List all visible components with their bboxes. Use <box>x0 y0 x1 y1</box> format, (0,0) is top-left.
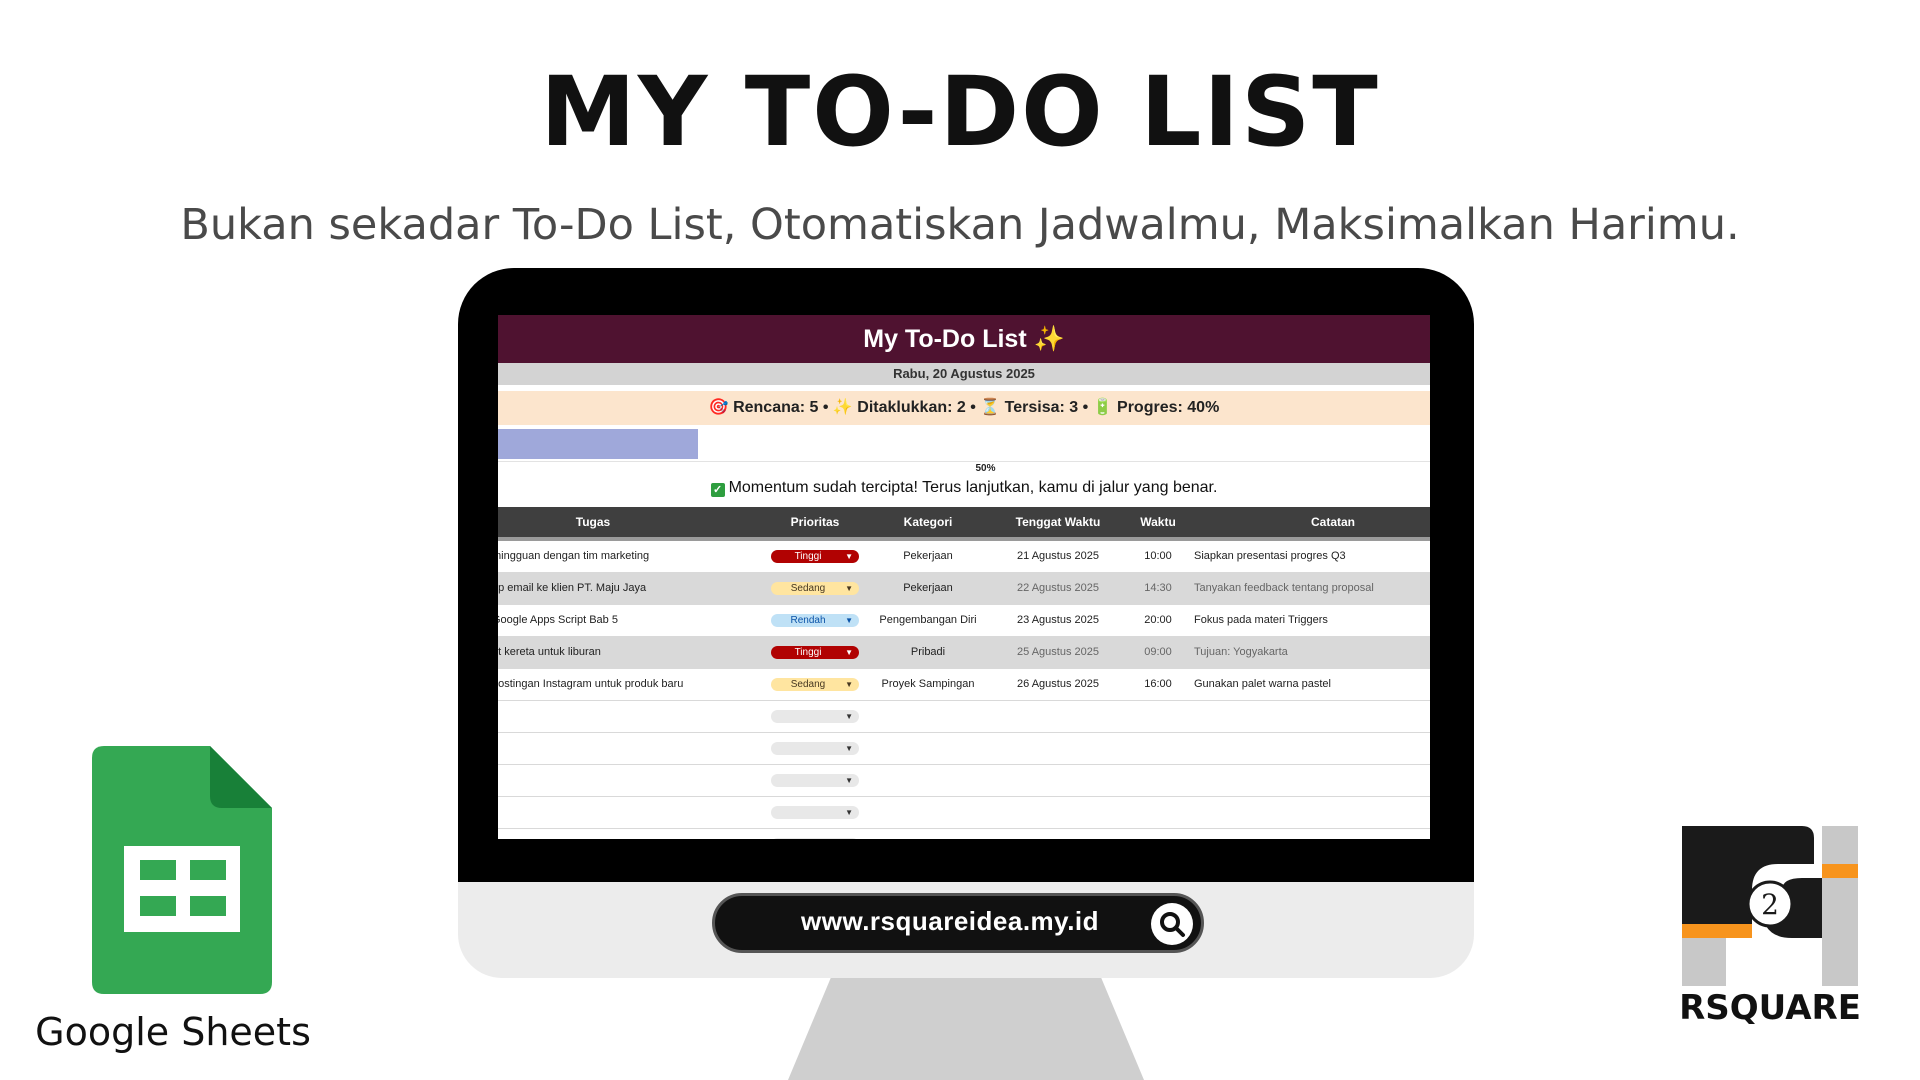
priority-label: Rendah <box>790 615 826 626</box>
column-header-kategori[interactable]: Kategori <box>858 507 998 537</box>
table-header: Tugas Prioritas Kategori Tenggat Waktu W… <box>498 507 1430 537</box>
task-cell[interactable]: postingan Instagram untuk produk baru <box>498 669 762 700</box>
url-bar[interactable]: www.rsquareidea.my.id <box>712 893 1204 953</box>
priority-label: Tinggi <box>794 647 822 658</box>
task-cell[interactable]: up email ke klien PT. Maju Jaya <box>498 573 762 604</box>
progress-bar-fill <box>498 429 698 459</box>
time-cell[interactable]: 20:00 <box>1118 605 1198 636</box>
google-sheets-label: Google Sheets <box>35 1010 311 1054</box>
column-header-prioritas[interactable]: Prioritas <box>771 507 859 537</box>
column-header-catatan[interactable]: Catatan <box>1238 507 1428 537</box>
priority-dropdown[interactable]: Sedang ▼ <box>771 678 859 691</box>
priority-dropdown[interactable]: Tinggi ▼ <box>771 646 859 659</box>
chevron-down-icon[interactable]: ▼ <box>845 678 853 691</box>
task-cell[interactable]: Google Apps Script Bab 5 <box>498 605 762 636</box>
table-row[interactable]: mingguan dengan tim marketing Pekerjaan 21… <box>498 541 1430 573</box>
progress-label: 50% <box>975 463 996 474</box>
priority-dropdown[interactable]: Rendah ▼ <box>771 614 859 627</box>
time-cell[interactable]: 16:00 <box>1118 669 1198 700</box>
category-cell[interactable]: Pekerjaan <box>858 541 998 572</box>
note-cell[interactable]: Tujuan: Yogyakarta <box>1194 637 1430 668</box>
chevron-down-icon[interactable]: ▼ <box>845 742 853 755</box>
chevron-down-icon[interactable]: ▼ <box>845 774 853 787</box>
monitor-stand <box>788 978 1144 1080</box>
table-row[interactable]: postingan Instagram untuk produk baru Pro… <box>498 669 1430 701</box>
motivation-message: ✓ Momentum sudah tercipta! Terus lanjutka… <box>498 479 1430 497</box>
note-cell[interactable]: Fokus pada materi Triggers <box>1194 605 1430 636</box>
chevron-down-icon[interactable]: ▼ <box>845 806 853 819</box>
page-headline: MY TO-DO LIST <box>540 56 1380 168</box>
chevron-down-icon[interactable]: ▼ <box>845 614 853 627</box>
priority-dropdown[interactable]: ▼ <box>771 806 859 819</box>
rsquare-label: RSQUARE <box>1679 988 1861 1028</box>
table-row[interactable]: ▼ <box>498 701 1430 733</box>
sheet-date: Rabu, 20 Agustus 2025 <box>498 363 1430 385</box>
priority-label: Sedang <box>790 679 826 690</box>
table-row[interactable]: up email ke klien PT. Maju Jaya Pekerjaan… <box>498 573 1430 605</box>
page-tagline: Bukan sekadar To-Do List, Otomatiskan Ja… <box>180 200 1740 250</box>
note-cell[interactable]: Siapkan presentasi progres Q3 <box>1194 541 1430 572</box>
category-cell[interactable]: Pekerjaan <box>858 573 998 604</box>
due-date-cell[interactable]: 26 Agustus 2025 <box>998 669 1118 700</box>
category-cell[interactable]: Proyek Sampingan <box>858 669 998 700</box>
priority-dropdown[interactable]: ▼ <box>771 838 859 839</box>
url-text: www.rsquareidea.my.id <box>801 906 1100 936</box>
column-header-tenggat-waktu[interactable]: Tenggat Waktu <box>998 507 1118 537</box>
search-icon[interactable] <box>1151 903 1193 945</box>
priority-label: Tinggi <box>794 551 822 562</box>
priority-dropdown[interactable]: Sedang ▼ <box>771 582 859 595</box>
chevron-down-icon[interactable]: ▼ <box>845 582 853 595</box>
priority-dropdown[interactable]: ▼ <box>771 710 859 723</box>
table-row[interactable]: ▼ <box>498 797 1430 829</box>
priority-dropdown[interactable]: ▼ <box>771 774 859 787</box>
task-table-body: mingguan dengan tim marketing Pekerjaan 21… <box>498 541 1430 839</box>
priority-dropdown[interactable]: ▼ <box>771 742 859 755</box>
time-cell[interactable]: 10:00 <box>1118 541 1198 572</box>
table-row[interactable]: ▼ <box>498 733 1430 765</box>
rsquare-logo: 2 <box>1682 826 1858 986</box>
chevron-down-icon[interactable]: ▼ <box>845 710 853 723</box>
search-icon-glyph <box>1160 912 1185 937</box>
task-cell[interactable]: mingguan dengan tim marketing <box>498 541 762 572</box>
priority-dropdown[interactable]: Tinggi ▼ <box>771 550 859 563</box>
due-date-cell[interactable]: 21 Agustus 2025 <box>998 541 1118 572</box>
svg-text:2: 2 <box>1761 888 1779 921</box>
spreadsheet-screen: My To-Do List ✨ Rabu, 20 Agustus 2025 🎯 … <box>498 315 1430 839</box>
sheet-stats: 🎯 Rencana: 5 • ✨ Ditaklukkan: 2 • ⏳ Ters… <box>498 391 1430 425</box>
sheet-title: My To-Do List ✨ <box>498 315 1430 363</box>
table-row[interactable]: ▼ <box>498 829 1430 839</box>
chevron-down-icon[interactable]: ▼ <box>845 646 853 659</box>
note-cell[interactable]: Tanyakan feedback tentang proposal <box>1194 573 1430 604</box>
table-row[interactable]: et kereta untuk liburan Pribadi 25 Agustus… <box>498 637 1430 669</box>
note-cell[interactable]: Gunakan palet warna pastel <box>1194 669 1430 700</box>
chevron-down-icon[interactable]: ▼ <box>845 838 853 839</box>
priority-label: Sedang <box>790 583 826 594</box>
task-cell[interactable]: et kereta untuk liburan <box>498 637 762 668</box>
chevron-down-icon[interactable]: ▼ <box>845 550 853 563</box>
motivation-text: Momentum sudah tercipta! Terus lanjutkan… <box>728 479 1218 496</box>
check-mark-icon: ✓ <box>710 483 725 497</box>
category-cell[interactable]: Pengembangan Diri <box>858 605 998 636</box>
due-date-cell[interactable]: 25 Agustus 2025 <box>998 637 1118 668</box>
google-sheets-logo <box>92 746 272 994</box>
column-header-tugas[interactable]: Tugas <box>498 507 688 537</box>
column-header-waktu[interactable]: Waktu <box>1118 507 1198 537</box>
table-row[interactable]: Google Apps Script Bab 5 Pengembangan Dir… <box>498 605 1430 637</box>
time-cell[interactable]: 14:30 <box>1118 573 1198 604</box>
table-row[interactable]: ▼ <box>498 765 1430 797</box>
progress-bar <box>498 427 1430 462</box>
due-date-cell[interactable]: 23 Agustus 2025 <box>998 605 1118 636</box>
due-date-cell[interactable]: 22 Agustus 2025 <box>998 573 1118 604</box>
time-cell[interactable]: 09:00 <box>1118 637 1198 668</box>
category-cell[interactable]: Pribadi <box>858 637 998 668</box>
